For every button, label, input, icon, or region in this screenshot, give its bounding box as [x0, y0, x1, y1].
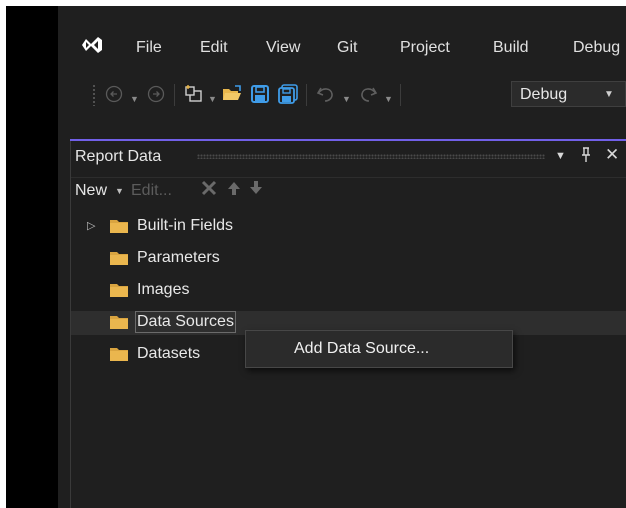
- forward-icon[interactable]: [144, 82, 168, 106]
- expand-icon[interactable]: ▷: [87, 219, 95, 232]
- toolbar-grip[interactable]: [92, 84, 96, 106]
- move-up-icon[interactable]: [227, 180, 241, 201]
- save-icon[interactable]: [248, 82, 272, 106]
- save-all-icon[interactable]: [276, 82, 300, 106]
- pin-icon[interactable]: [580, 147, 592, 166]
- chevron-down-icon: ▼: [604, 89, 614, 100]
- tree-node-label: Images: [137, 281, 190, 298]
- tree-node-parameters[interactable]: Parameters: [71, 247, 626, 271]
- move-down-icon[interactable]: [249, 180, 263, 201]
- context-menu-item-add-data-source[interactable]: Add Data Source...: [246, 331, 512, 367]
- open-icon[interactable]: [220, 82, 244, 106]
- visual-studio-window: File Edit View Git Project Build Debug ▼…: [58, 6, 626, 508]
- application-window: File Edit View Git Project Build Debug ▼…: [6, 6, 626, 508]
- panel-title-bar[interactable]: Report Data ▼ ✕: [71, 141, 626, 171]
- menu-git[interactable]: Git: [337, 39, 357, 57]
- context-menu-item-label: Add Data Source...: [294, 340, 430, 357]
- back-icon[interactable]: [102, 82, 126, 106]
- undo-dropdown-icon[interactable]: ▼: [342, 94, 351, 104]
- menu-file[interactable]: File: [136, 39, 162, 57]
- toolbar-separator: [174, 84, 175, 106]
- new-project-icon[interactable]: [182, 82, 206, 106]
- folder-icon: [110, 316, 128, 329]
- menu-build[interactable]: Build: [493, 39, 529, 57]
- configuration-dropdown[interactable]: Debug ▼: [511, 81, 626, 107]
- toolbar-separator: [400, 84, 401, 106]
- tree-node-label: Datasets: [137, 345, 201, 362]
- folder-icon: [110, 348, 128, 361]
- title-bar-grip: [197, 154, 545, 159]
- close-icon[interactable]: ✕: [605, 145, 619, 165]
- visual-studio-logo-icon: [82, 37, 102, 53]
- new-button[interactable]: New: [75, 182, 107, 200]
- report-data-panel: Report Data ▼ ✕ New ▼ Edit... ▷ Built-in…: [70, 141, 626, 508]
- edit-button[interactable]: Edit...: [131, 182, 172, 200]
- menu-debug[interactable]: Debug: [573, 39, 620, 57]
- menu-view[interactable]: View: [266, 39, 300, 57]
- new-dropdown-icon[interactable]: ▼: [208, 94, 217, 104]
- panel-toolbar: New ▼ Edit...: [71, 177, 626, 204]
- tree-node-built-in-fields[interactable]: ▷ Built-in Fields: [71, 215, 626, 239]
- folder-icon: [110, 220, 128, 233]
- toolbar-separator: [306, 84, 307, 106]
- new-dropdown-icon[interactable]: ▼: [115, 186, 124, 196]
- folder-icon: [110, 252, 128, 265]
- delete-icon[interactable]: [201, 180, 217, 201]
- tree-node-images[interactable]: Images: [71, 279, 626, 303]
- tree-node-label: Data Sources: [135, 311, 236, 333]
- undo-icon[interactable]: [314, 82, 338, 106]
- window-options-icon[interactable]: ▼: [555, 150, 566, 162]
- back-dropdown-icon[interactable]: ▼: [130, 94, 139, 104]
- redo-icon[interactable]: [356, 82, 380, 106]
- redo-dropdown-icon[interactable]: ▼: [384, 94, 393, 104]
- tree-node-label: Built-in Fields: [137, 217, 234, 234]
- menu-edit[interactable]: Edit: [200, 39, 228, 57]
- menu-project[interactable]: Project: [400, 39, 450, 57]
- tree-node-label: Parameters: [137, 249, 220, 266]
- folder-icon: [110, 284, 128, 297]
- context-menu: Add Data Source...: [245, 330, 513, 368]
- panel-title: Report Data: [75, 148, 162, 165]
- configuration-value: Debug: [520, 86, 568, 103]
